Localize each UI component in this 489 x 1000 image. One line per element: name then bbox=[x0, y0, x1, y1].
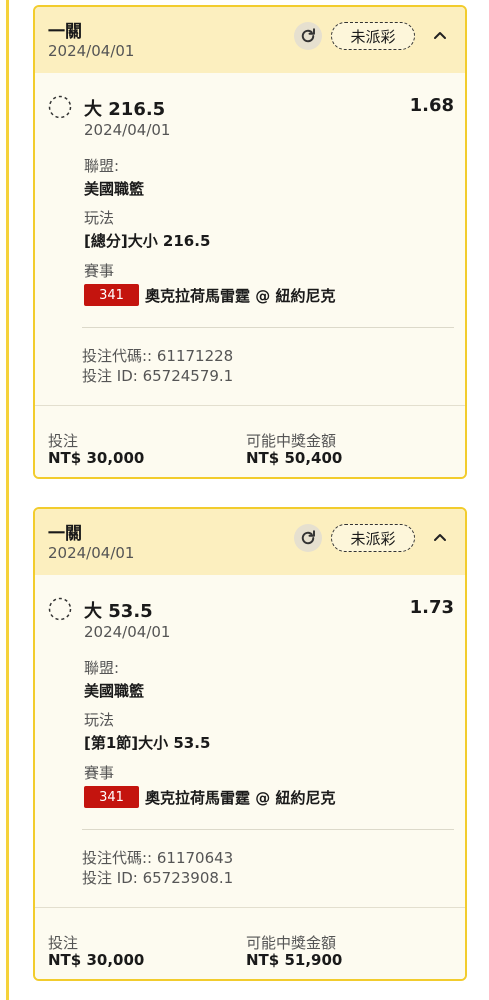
bet-date: 2024/04/01 bbox=[48, 544, 135, 562]
collapse-button[interactable] bbox=[428, 23, 452, 47]
bet-card: 一關 2024/04/01 未派彩 大 216.5 1.68 2024/04/0… bbox=[33, 5, 467, 479]
league-value: 美國職籃 bbox=[84, 180, 145, 198]
payout-value: NT$ 50,400 bbox=[246, 449, 343, 467]
selection-odds: 1.68 bbox=[409, 95, 454, 116]
selection-odds: 1.73 bbox=[409, 597, 454, 618]
bet-card-footer: 投注 NT$ 30,000 可能中獎金額 NT$ 51,900 bbox=[35, 907, 465, 979]
refresh-icon bbox=[301, 28, 315, 43]
bet-code: 投注代碼:: 61170643 bbox=[82, 849, 234, 867]
bet-id: 投注 ID: 65724579.1 bbox=[82, 367, 234, 385]
collapse-button[interactable] bbox=[428, 525, 452, 549]
selection-date: 2024/04/01 bbox=[84, 121, 171, 139]
status-badge: 未派彩 bbox=[331, 524, 415, 552]
event-name: 奧克拉荷馬雷霆 @ 紐約尼克 bbox=[145, 287, 336, 305]
left-accent-rail bbox=[6, 0, 9, 1000]
refresh-icon bbox=[301, 530, 315, 545]
stake-label: 投注 bbox=[48, 934, 79, 952]
market-label: 玩法 bbox=[84, 209, 115, 227]
bet-card-header: 一關 2024/04/01 未派彩 bbox=[35, 7, 465, 73]
divider bbox=[82, 327, 454, 328]
event-label: 賽事 bbox=[84, 764, 115, 782]
bet-details: 大 216.5 1.68 2024/04/01 聯盟: 美國職籃 玩法 [總分]… bbox=[35, 73, 465, 405]
payout-label: 可能中獎金額 bbox=[246, 934, 337, 952]
league-label: 聯盟: bbox=[84, 659, 120, 677]
chevron-up-icon bbox=[434, 534, 446, 541]
selection-name: 大 216.5 bbox=[84, 99, 166, 120]
refresh-button[interactable] bbox=[294, 524, 322, 552]
market-label: 玩法 bbox=[84, 711, 115, 729]
bet-card-footer: 投注 NT$ 30,000 可能中獎金額 NT$ 50,400 bbox=[35, 405, 465, 477]
stake-value: NT$ 30,000 bbox=[48, 951, 145, 969]
selection-name: 大 53.5 bbox=[84, 601, 153, 622]
event-id-badge: 341 bbox=[84, 284, 139, 306]
bet-date: 2024/04/01 bbox=[48, 42, 135, 60]
market-value: [第1節]大小 53.5 bbox=[84, 734, 211, 752]
event-name: 奧克拉荷馬雷霆 @ 紐約尼克 bbox=[145, 789, 336, 807]
event-id-badge: 341 bbox=[84, 786, 139, 808]
refresh-button[interactable] bbox=[294, 22, 322, 50]
bet-id: 投注 ID: 65723908.1 bbox=[82, 869, 234, 887]
league-value: 美國職籃 bbox=[84, 682, 145, 700]
event-label: 賽事 bbox=[84, 262, 115, 280]
bet-details: 大 53.5 1.73 2024/04/01 聯盟: 美國職籃 玩法 [第1節]… bbox=[35, 575, 465, 907]
payout-value: NT$ 51,900 bbox=[246, 951, 343, 969]
selection-date: 2024/04/01 bbox=[84, 623, 171, 641]
bet-card: 一關 2024/04/01 未派彩 大 53.5 1.73 2024/04/01… bbox=[33, 507, 467, 981]
payout-label: 可能中獎金額 bbox=[246, 432, 337, 450]
stake-value: NT$ 30,000 bbox=[48, 449, 145, 467]
market-value: [總分]大小 216.5 bbox=[84, 232, 211, 250]
bet-type-title: 一關 bbox=[48, 524, 82, 544]
chevron-up-icon bbox=[434, 32, 446, 39]
pending-circle-icon bbox=[48, 597, 72, 621]
pending-circle-icon bbox=[48, 95, 72, 119]
bet-type-title: 一關 bbox=[48, 22, 82, 42]
bet-code: 投注代碼:: 61171228 bbox=[82, 347, 234, 365]
status-badge: 未派彩 bbox=[331, 22, 415, 50]
league-label: 聯盟: bbox=[84, 157, 120, 175]
stake-label: 投注 bbox=[48, 432, 79, 450]
divider bbox=[82, 829, 454, 830]
bet-card-header: 一關 2024/04/01 未派彩 bbox=[35, 509, 465, 575]
